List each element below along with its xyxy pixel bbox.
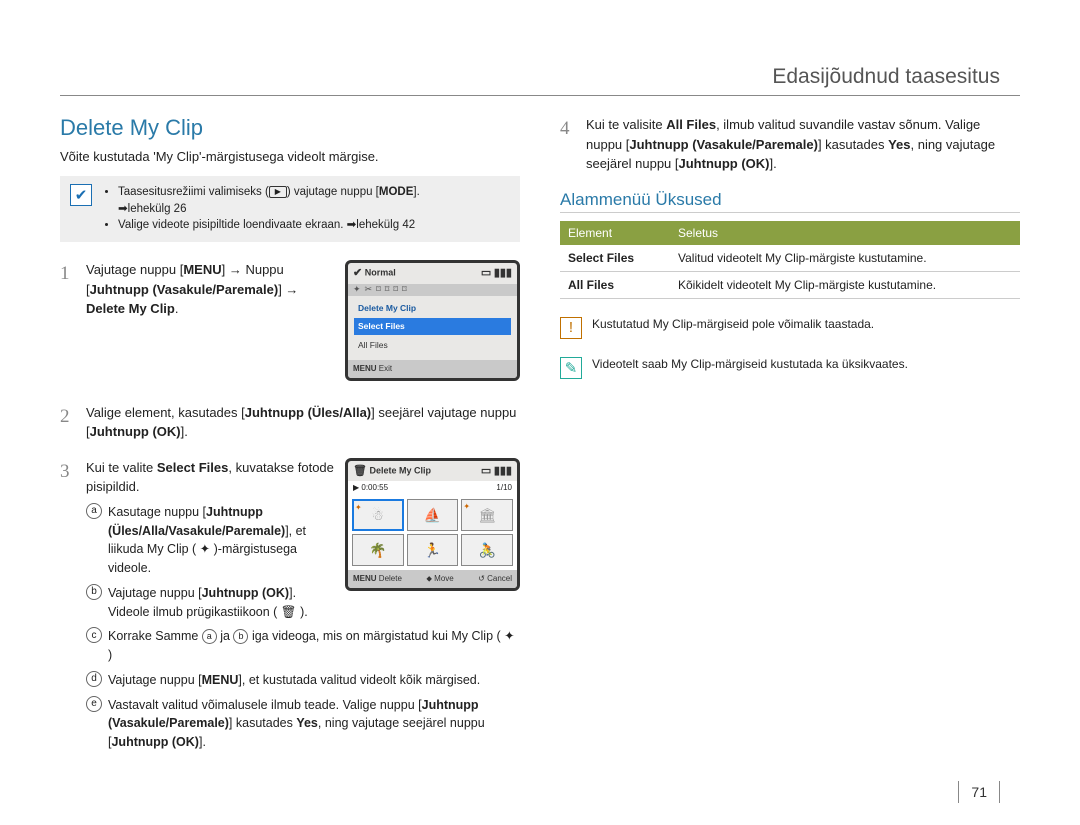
- step-3: 🗑 Delete My Clip ▭ ▮▮▮ ▶ 0:00:55 1/10 ✦☃…: [60, 458, 520, 758]
- steps-list-right: Kui te valisite All Files, ilmub valitud…: [560, 115, 1020, 174]
- table-header-element: Element: [560, 221, 670, 245]
- lcd-icon-bar: ✦✂⌑⌑⌑⌑: [348, 284, 517, 296]
- info-icon: ✎: [560, 357, 582, 379]
- mode-note-box: ✔ Taasesitusrežiimi valimiseks (▶) vajut…: [60, 176, 520, 242]
- lcd-menu-title: Delete My Clip: [354, 300, 511, 317]
- substep-b: b Vajutage nuppu [Juhtnupp (OK)]. Videol…: [86, 584, 520, 622]
- step-2: Valige element, kasutades [Juhtnupp (Üle…: [60, 403, 520, 442]
- table-header-desc: Seletus: [670, 221, 1020, 245]
- submenu-title: Alammenüü Üksused: [560, 190, 1020, 213]
- substep-d: d Vajutage nuppu [MENU], et kustutada va…: [86, 671, 520, 690]
- section-title: Delete My Clip: [60, 115, 520, 141]
- playback-mode-icon: ▶: [269, 186, 287, 198]
- inline-badge-a-icon: a: [202, 629, 217, 644]
- steps-list: ✔ Normal ▭ ▮▮▮ ✦✂⌑⌑⌑⌑ Delete My Clip Sel…: [60, 260, 520, 758]
- check-small-icon: ✔: [353, 267, 362, 279]
- substep-a: a Kasutage nuppu [Juhtnupp (Üles/Alla/Va…: [86, 503, 520, 578]
- substep-e: e Vastavalt valitud võimalusele ilmub te…: [86, 696, 520, 752]
- badge-d-icon: d: [86, 671, 102, 687]
- badge-e-icon: e: [86, 696, 102, 712]
- warning-icon: !: [560, 317, 582, 339]
- inline-badge-b-icon: b: [233, 629, 248, 644]
- badge-b-icon: b: [86, 584, 102, 600]
- intro-text: Võite kustutada 'My Clip'-märgistusega v…: [60, 149, 520, 164]
- chapter-title: Edasijõudnud taasesitus: [772, 65, 1000, 89]
- battery-icon: ▮▮▮: [494, 465, 512, 477]
- mode-note-line2: Valige videote pisipiltide loendivaate e…: [118, 217, 420, 234]
- trash-small-icon: 🗑: [353, 465, 367, 477]
- page-number: 71: [958, 781, 1000, 803]
- right-column: Kui te valisite All Files, ilmub valitud…: [560, 115, 1020, 774]
- substeps-list: a Kasutage nuppu [Juhtnupp (Üles/Alla/Va…: [86, 503, 520, 752]
- badge-c-icon: c: [86, 627, 102, 643]
- table-row: All Files Kõikidelt videotelt My Clip-mä…: [560, 271, 1020, 298]
- table-row: Select Files Valitud videotelt My Clip-m…: [560, 245, 1020, 272]
- top-rule: [60, 95, 1020, 96]
- check-icon: ✔: [70, 184, 92, 206]
- lcd-menu-all-files: All Files: [354, 337, 511, 354]
- lcd-menu-select-files: Select Files: [354, 318, 511, 335]
- step-4: Kui te valisite All Files, ilmub valitud…: [560, 115, 1020, 174]
- left-column: Delete My Clip Võite kustutada 'My Clip'…: [60, 115, 520, 774]
- substep-c: c Korrake Samme a ja b iga videoga, mis …: [86, 627, 520, 665]
- card-icon: ▭: [481, 465, 491, 477]
- badge-a-icon: a: [86, 503, 102, 519]
- warning-note: ! Kustutatud My Clip-märgiseid pole võim…: [560, 317, 1020, 339]
- info-note: ✎ Videotelt saab My Clip-märgiseid kustu…: [560, 357, 1020, 379]
- mode-note-line1: Taasesitusrežiimi valimiseks (▶) vajutag…: [118, 184, 420, 217]
- submenu-table: Element Seletus Select Files Valitud vid…: [560, 221, 1020, 299]
- step-1: ✔ Normal ▭ ▮▮▮ ✦✂⌑⌑⌑⌑ Delete My Clip Sel…: [60, 260, 520, 387]
- lcd-screenshot-menu: ✔ Normal ▭ ▮▮▮ ✦✂⌑⌑⌑⌑ Delete My Clip Sel…: [345, 260, 520, 381]
- card-icon: ▭: [481, 267, 491, 279]
- battery-icon: ▮▮▮: [494, 267, 512, 279]
